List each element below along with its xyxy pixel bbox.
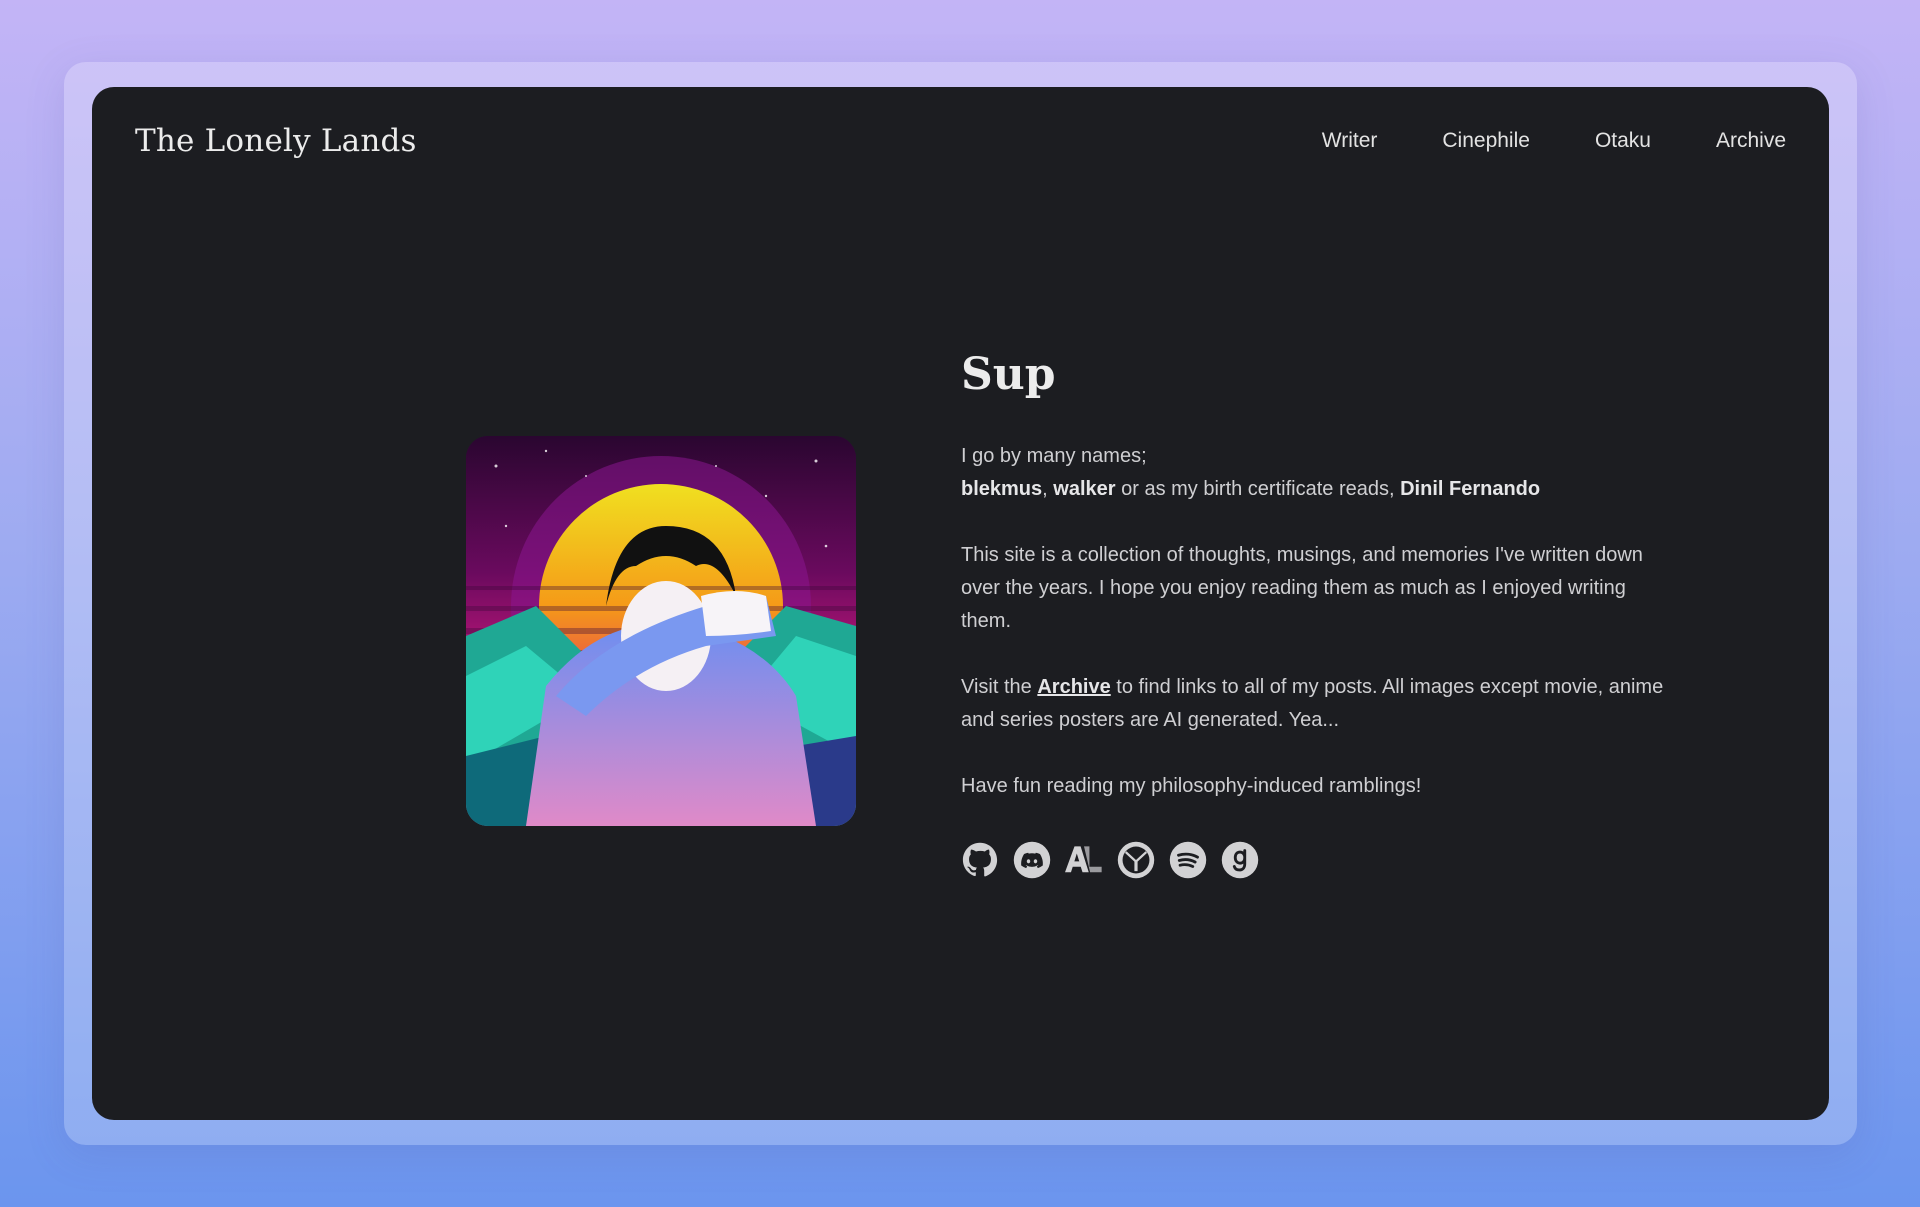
intro-mid-text: or as my birth certificate reads, — [1121, 478, 1395, 500]
github-icon[interactable] — [961, 841, 999, 879]
archive-paragraph: Visit the Archive to find links to all o… — [961, 671, 1681, 737]
intro-section: Sup I go by many names; blekmus, walker … — [961, 349, 1681, 879]
separator: , — [1042, 478, 1048, 500]
intro-line: I go by many names; — [961, 445, 1147, 467]
closing-paragraph: Have fun reading my philosophy-induced r… — [961, 775, 1422, 797]
archive-pre-text: Visit the — [961, 676, 1032, 698]
site-header: The Lonely Lands Writer Cinephile Otaku … — [92, 87, 1829, 197]
site-title[interactable]: The Lonely Lands — [135, 123, 417, 159]
archive-link[interactable]: Archive — [1037, 676, 1110, 698]
site-window: The Lonely Lands Writer Cinephile Otaku … — [92, 87, 1829, 1120]
about-paragraph: This site is a collection of thoughts, m… — [961, 544, 1643, 632]
goodreads-icon[interactable] — [1221, 841, 1259, 879]
page-heading: Sup — [961, 349, 1056, 400]
nav-writer[interactable]: Writer — [1322, 129, 1378, 153]
nav-otaku[interactable]: Otaku — [1595, 129, 1651, 153]
social-links — [961, 841, 1681, 879]
anilist-icon[interactable] — [1065, 841, 1103, 879]
real-name: Dinil Fernando — [1400, 478, 1541, 500]
intro-paragraph: I go by many names; blekmus, walker or a… — [961, 440, 1681, 506]
letterboxd-icon[interactable] — [1117, 841, 1155, 879]
alias-blekmus: blekmus — [961, 478, 1043, 500]
nav-archive[interactable]: Archive — [1716, 129, 1786, 153]
spotify-icon[interactable] — [1169, 841, 1207, 879]
alias-walker: walker — [1053, 478, 1116, 500]
discord-icon[interactable] — [1013, 841, 1051, 879]
nav-cinephile[interactable]: Cinephile — [1442, 129, 1530, 153]
avatar-image — [466, 436, 856, 826]
main-nav: Writer Cinephile Otaku Archive — [1322, 129, 1786, 153]
